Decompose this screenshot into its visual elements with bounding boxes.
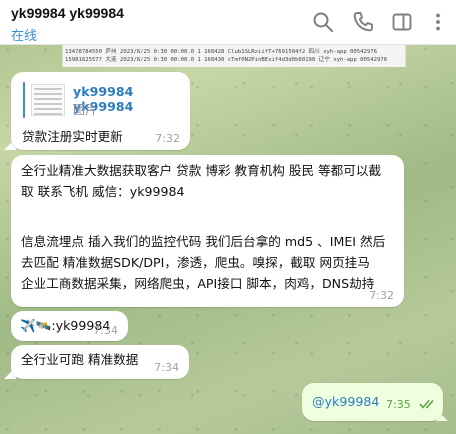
chat-header: yk99984 yk99984 在线 [0, 0, 456, 45]
message-time: 7:32 [369, 289, 394, 302]
outgoing-message-bubble[interactable]: @yk99984 7:35 [302, 383, 443, 421]
message-text: 全行业可跑 精准数据 [21, 352, 139, 367]
more-options-icon[interactable] [426, 10, 450, 34]
spreadsheet-row: 13478784550 庐州 2023/8/25 0:30 00:00.0 1 … [65, 49, 377, 55]
message-time: 7:32 [155, 132, 180, 145]
message-bubble[interactable]: yk99984 yk99984 图片 贷款注册实时更新 7:32 [11, 72, 190, 150]
message-time: 7:34 [154, 361, 179, 374]
message-line: 去匹配 精准数据SDK/DPI，渗透，爬虫。嗅探，截取 网页挂马 [21, 255, 370, 270]
message-bubble[interactable]: 全行业可跑 精准数据 7:34 [11, 345, 189, 379]
search-icon[interactable] [311, 10, 335, 34]
message-line: 取 联系飞机 威信：yk99984 [21, 184, 185, 199]
reply-image-thumbnail [31, 84, 65, 116]
spreadsheet-row: 15981625577 大连 2023/8/25 0:30 00:00.0 1 … [65, 57, 388, 63]
chat-title[interactable]: yk99984 yk99984 [11, 5, 124, 21]
message-line: 信息流埋点 插入我们的监控代码 我们后台拿的 md5 、IMEI 然后 [21, 234, 386, 249]
online-status: 在线 [11, 29, 38, 44]
shared-spreadsheet-image[interactable]: 13478784550 庐州 2023/8/25 0:30 00:00.0 1 … [62, 45, 406, 67]
reply-preview[interactable]: yk99984 yk99984 图片 [23, 82, 183, 118]
message-line: 全行业精准大数据获取客户 贷款 博彩 教育机构 股民 等都可以截 [21, 163, 382, 178]
emoji-plane-satellite: ✈️🛰️ [20, 318, 52, 333]
sidebar-toggle-icon[interactable] [390, 10, 414, 34]
mention-link[interactable]: @yk99984 [312, 394, 379, 409]
message-time: 7:35 [386, 398, 411, 411]
message-line: 企业工商数据采集，网络爬虫，API接口 脚本，肉鸡，DNS劫持 [21, 276, 375, 291]
message-text: 贷款注册实时更新 [22, 129, 123, 144]
message-time: 7:34 [93, 324, 118, 337]
message-bubble[interactable]: ✈️🛰️:yk99984 7:34 [11, 311, 128, 341]
reply-accent-bar [23, 82, 25, 118]
message-bubble[interactable]: 全行业精准大数据获取客户 贷款 博彩 教育机构 股民 等都可以截 取 联系飞机 … [11, 155, 404, 307]
double-check-read-icon [419, 400, 434, 409]
phone-icon[interactable] [351, 10, 375, 34]
reply-type-label: 图片 [73, 103, 98, 117]
